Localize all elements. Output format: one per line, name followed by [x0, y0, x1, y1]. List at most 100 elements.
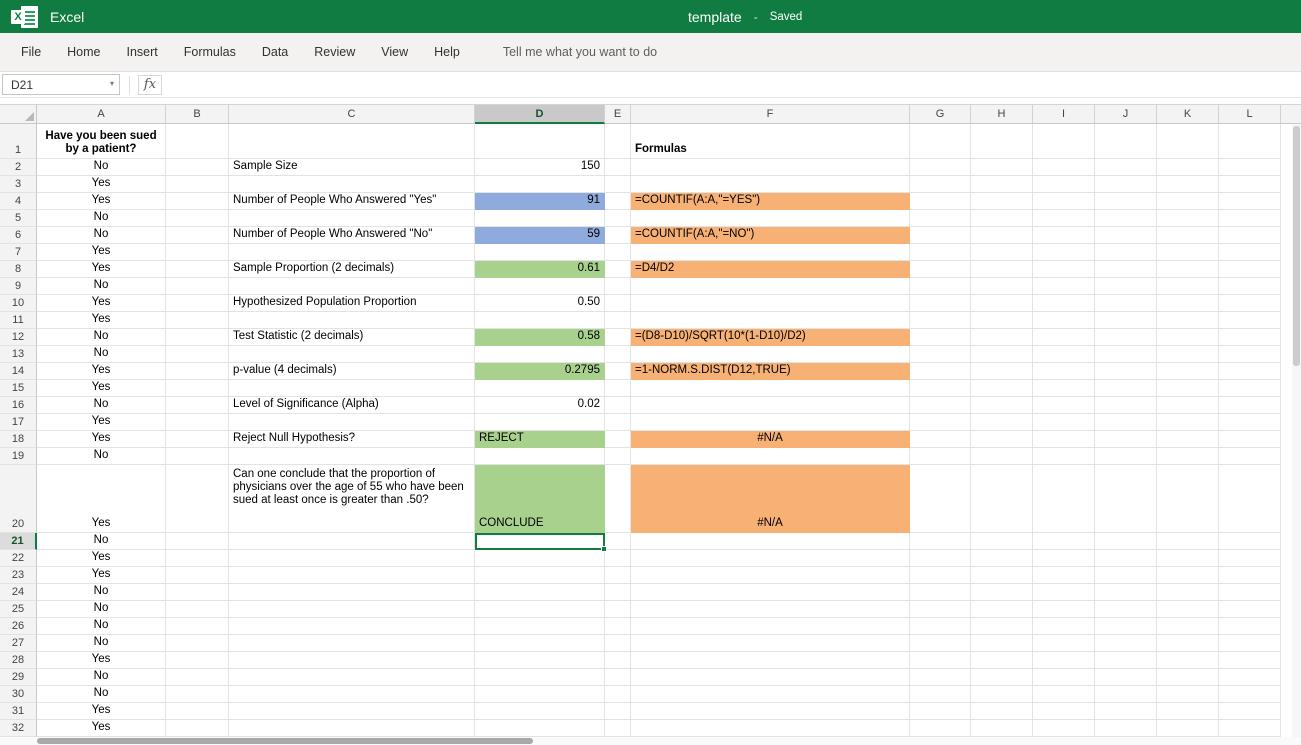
cell-I13[interactable]	[1033, 346, 1095, 363]
cell-F8[interactable]: =D4/D2	[631, 261, 910, 278]
cell-B2[interactable]	[166, 159, 229, 176]
cell-D6[interactable]: 59	[475, 227, 605, 244]
row-header-8[interactable]: 8	[0, 261, 37, 278]
cell-G22[interactable]	[910, 550, 971, 567]
cell-G11[interactable]	[910, 312, 971, 329]
cell-D14[interactable]: 0.2795	[475, 363, 605, 380]
cell-K21[interactable]	[1157, 533, 1219, 550]
cell-E14[interactable]	[605, 363, 631, 380]
cell-J22[interactable]	[1095, 550, 1157, 567]
cell-C4[interactable]: Number of People Who Answered "Yes"	[229, 193, 475, 210]
cell-H16[interactable]	[971, 397, 1033, 414]
cell-C5[interactable]	[229, 210, 475, 227]
cell-G13[interactable]	[910, 346, 971, 363]
cell-F19[interactable]	[631, 448, 910, 465]
cell-E23[interactable]	[605, 567, 631, 584]
cell-B5[interactable]	[166, 210, 229, 227]
cell-B6[interactable]	[166, 227, 229, 244]
menu-tab-file[interactable]: File	[8, 45, 54, 59]
cell-J28[interactable]	[1095, 652, 1157, 669]
cell-F11[interactable]	[631, 312, 910, 329]
row-header-12[interactable]: 12	[0, 329, 37, 346]
cell-C8[interactable]: Sample Proportion (2 decimals)	[229, 261, 475, 278]
cell-H6[interactable]	[971, 227, 1033, 244]
cell-I19[interactable]	[1033, 448, 1095, 465]
row-header-30[interactable]: 30	[0, 686, 37, 703]
cell-F4[interactable]: =COUNTIF(A:A,"=YES")	[631, 193, 910, 210]
column-header-F[interactable]: F	[631, 105, 910, 124]
cell-J3[interactable]	[1095, 176, 1157, 193]
cell-I27[interactable]	[1033, 635, 1095, 652]
cell-B30[interactable]	[166, 686, 229, 703]
cell-C1[interactable]	[229, 124, 475, 159]
cell-F32[interactable]	[631, 720, 910, 737]
cell-B8[interactable]	[166, 261, 229, 278]
cell-D26[interactable]	[475, 618, 605, 635]
cell-L8[interactable]	[1219, 261, 1281, 278]
document-title[interactable]: template	[688, 9, 742, 25]
cell-I10[interactable]	[1033, 295, 1095, 312]
cell-C29[interactable]	[229, 669, 475, 686]
cell-E17[interactable]	[605, 414, 631, 431]
cell-H17[interactable]	[971, 414, 1033, 431]
cell-E2[interactable]	[605, 159, 631, 176]
cell-L18[interactable]	[1219, 431, 1281, 448]
row-header-2[interactable]: 2	[0, 159, 37, 176]
cell-L31[interactable]	[1219, 703, 1281, 720]
cell-G19[interactable]	[910, 448, 971, 465]
cell-H20[interactable]	[971, 465, 1033, 533]
cell-D19[interactable]	[475, 448, 605, 465]
cell-G23[interactable]	[910, 567, 971, 584]
cell-D11[interactable]	[475, 312, 605, 329]
cell-C30[interactable]	[229, 686, 475, 703]
cell-C21[interactable]	[229, 533, 475, 550]
cell-K11[interactable]	[1157, 312, 1219, 329]
cell-B4[interactable]	[166, 193, 229, 210]
cell-E10[interactable]	[605, 295, 631, 312]
cell-A25[interactable]: No	[37, 601, 166, 618]
row-header-28[interactable]: 28	[0, 652, 37, 669]
cell-L27[interactable]	[1219, 635, 1281, 652]
cell-J26[interactable]	[1095, 618, 1157, 635]
cell-A27[interactable]: No	[37, 635, 166, 652]
cell-A4[interactable]: Yes	[37, 193, 166, 210]
cell-D27[interactable]	[475, 635, 605, 652]
cell-J2[interactable]	[1095, 159, 1157, 176]
cell-J7[interactable]	[1095, 244, 1157, 261]
cell-D5[interactable]	[475, 210, 605, 227]
cell-E1[interactable]	[605, 124, 631, 159]
cell-D23[interactable]	[475, 567, 605, 584]
cell-L12[interactable]	[1219, 329, 1281, 346]
cell-C26[interactable]	[229, 618, 475, 635]
cell-B12[interactable]	[166, 329, 229, 346]
cell-G25[interactable]	[910, 601, 971, 618]
cell-B13[interactable]	[166, 346, 229, 363]
cell-I16[interactable]	[1033, 397, 1095, 414]
cell-G6[interactable]	[910, 227, 971, 244]
cell-C22[interactable]	[229, 550, 475, 567]
cell-F28[interactable]	[631, 652, 910, 669]
cell-H24[interactable]	[971, 584, 1033, 601]
cell-G20[interactable]	[910, 465, 971, 533]
cell-K10[interactable]	[1157, 295, 1219, 312]
cell-E3[interactable]	[605, 176, 631, 193]
cell-G27[interactable]	[910, 635, 971, 652]
cell-D25[interactable]	[475, 601, 605, 618]
cell-I8[interactable]	[1033, 261, 1095, 278]
cell-C14[interactable]: p-value (4 decimals)	[229, 363, 475, 380]
cell-H9[interactable]	[971, 278, 1033, 295]
cell-B10[interactable]	[166, 295, 229, 312]
cell-C19[interactable]	[229, 448, 475, 465]
cell-E26[interactable]	[605, 618, 631, 635]
cell-K24[interactable]	[1157, 584, 1219, 601]
cell-D10[interactable]: 0.50	[475, 295, 605, 312]
cell-D8[interactable]: 0.61	[475, 261, 605, 278]
cell-F16[interactable]	[631, 397, 910, 414]
cell-I15[interactable]	[1033, 380, 1095, 397]
cell-C24[interactable]	[229, 584, 475, 601]
chevron-down-icon[interactable]: ▾	[110, 79, 114, 88]
cell-C9[interactable]	[229, 278, 475, 295]
cell-D12[interactable]: 0.58	[475, 329, 605, 346]
cell-K15[interactable]	[1157, 380, 1219, 397]
cell-G30[interactable]	[910, 686, 971, 703]
